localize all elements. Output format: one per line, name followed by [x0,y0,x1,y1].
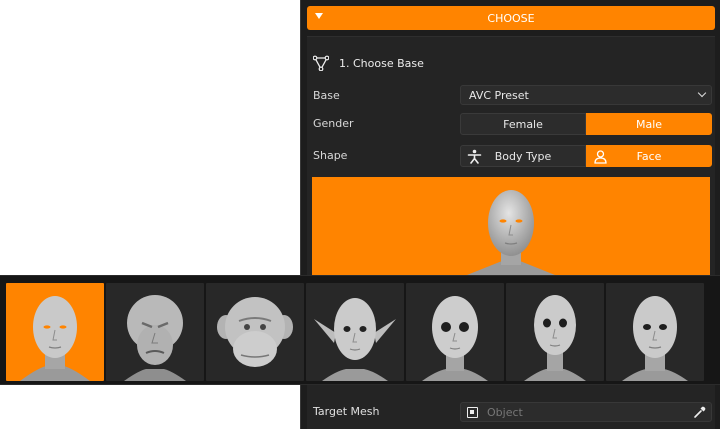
base-dropdown-value: AVC Preset [469,88,529,102]
gender-male-option[interactable]: Male [586,113,712,135]
section-title: 1. Choose Base [313,55,424,71]
collapse-triangle-icon [315,13,323,19]
choose-label: CHOOSE [487,11,535,25]
shape-face-label: Face [636,149,662,163]
mesh-vertex-icon [313,55,329,71]
gender-toggle: Female Male [460,113,712,135]
gender-male-label: Male [635,117,663,131]
gallery-item-asian[interactable] [606,283,704,381]
target-mesh-label: Target Mesh [313,405,380,418]
doll-head-icon [422,296,488,381]
female-head-icon [524,295,586,381]
app-root: CHOOSE 1. Choose Base Base AVC Preset Ge… [0,0,720,429]
gender-label: Gender [313,117,354,130]
target-mesh-field[interactable]: Object [460,402,712,422]
eyedropper-icon[interactable] [693,405,707,419]
elf-head-icon [314,298,396,381]
gallery-item-elf[interactable] [306,283,404,381]
user-bust-icon [594,150,607,164]
object-icon [467,407,478,418]
face-preview [312,177,710,277]
chevron-down-icon [697,88,707,98]
base-dropdown[interactable]: AVC Preset [460,85,712,105]
gallery-item-doll[interactable] [406,283,504,381]
shape-toggle: Body Type Face [460,145,712,167]
base-label: Base [313,89,340,102]
gallery-item-monkey[interactable] [206,283,304,381]
monkey-head-icon [217,297,293,367]
section-title-text: 1. Choose Base [339,56,424,70]
gender-female-label: Female [503,117,543,131]
shape-face-option[interactable]: Face [586,145,712,167]
shape-body-type-label: Body Type [494,149,552,163]
body-pose-icon [467,149,482,164]
gallery-item-alien[interactable] [106,283,204,381]
gender-female-option[interactable]: Female [460,113,586,135]
target-mesh-placeholder: Object [487,405,523,419]
preview-head-image [462,190,560,277]
gallery-item-female[interactable] [506,283,604,381]
choose-header-button[interactable]: CHOOSE [307,6,715,30]
shape-body-type-option[interactable]: Body Type [460,145,586,167]
head-preset-gallery [0,275,720,385]
gallery-item-human[interactable] [6,283,104,381]
human-head-icon [20,296,90,381]
asian-head-icon [622,296,688,381]
shape-label: Shape [313,149,348,162]
alien-head-icon [124,295,186,381]
